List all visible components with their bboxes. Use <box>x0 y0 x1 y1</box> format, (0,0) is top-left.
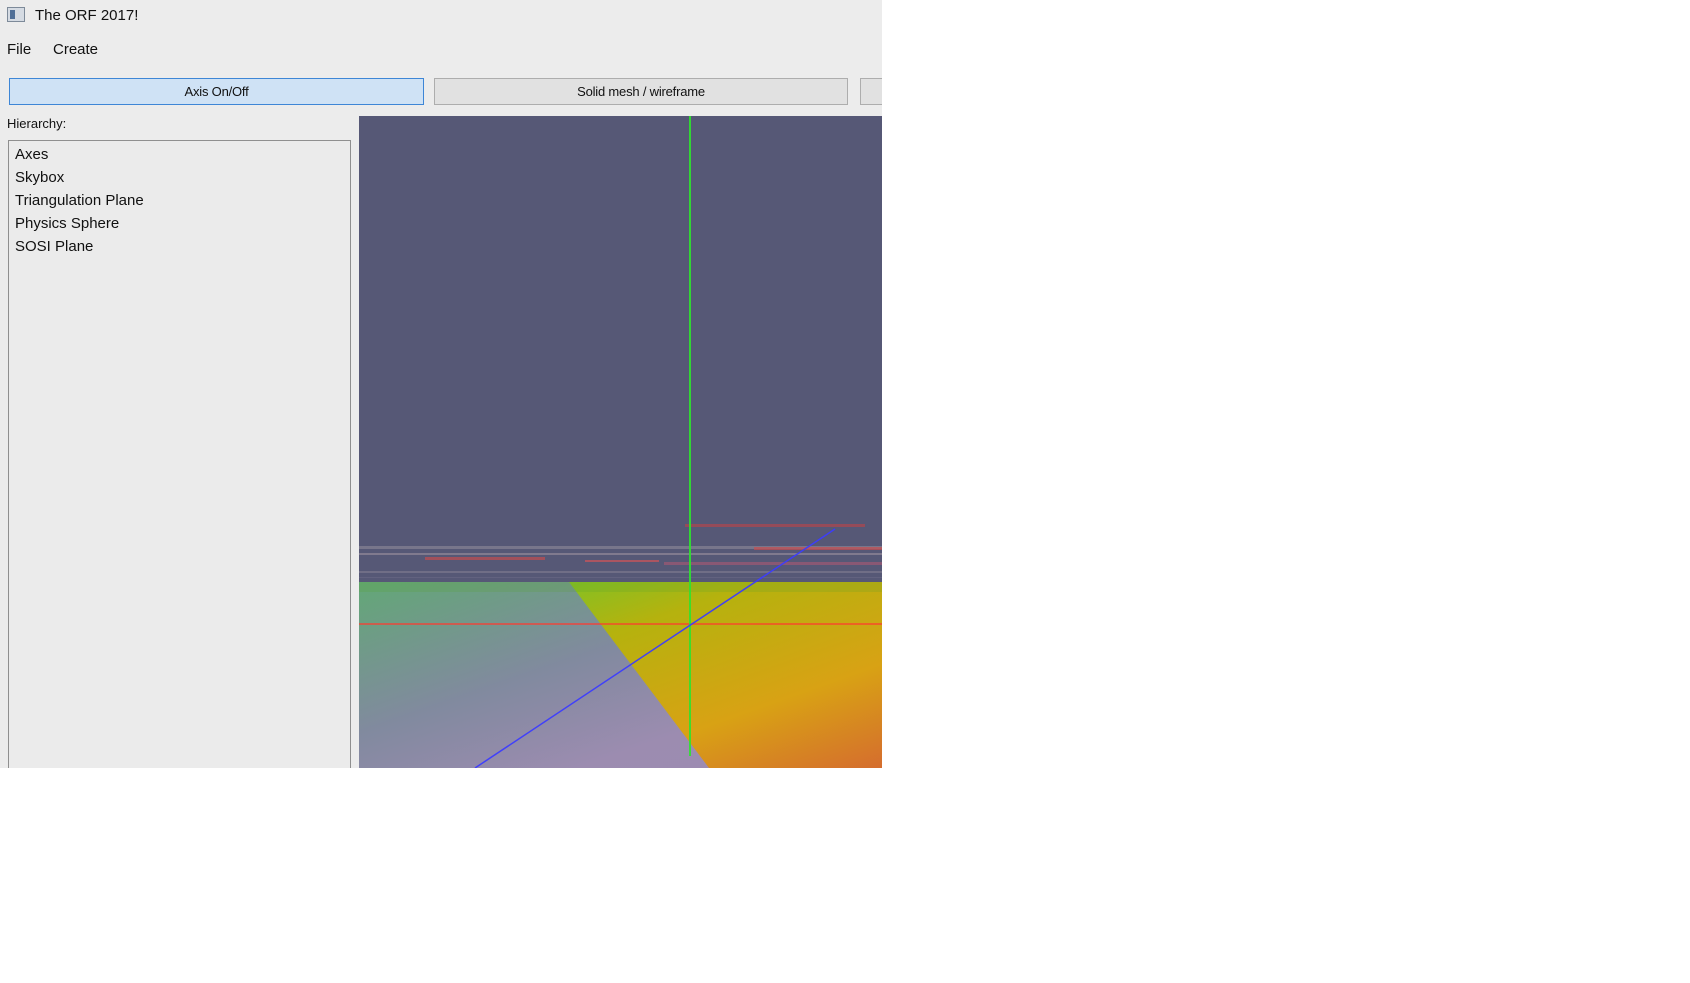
menu-file[interactable]: File <box>7 41 31 58</box>
scene-render <box>359 116 882 768</box>
menu-bar: File Create <box>0 36 882 64</box>
menu-create[interactable]: Create <box>53 41 98 58</box>
ground-band <box>359 582 882 592</box>
mesh-wireframe-toggle-button[interactable]: Solid mesh / wireframe <box>434 78 848 105</box>
hierarchy-item-sosi-plane[interactable]: SOSI Plane <box>15 238 93 255</box>
axis-toggle-button[interactable]: Axis On/Off <box>9 78 424 105</box>
hierarchy-label: Hierarchy: <box>7 116 67 131</box>
hierarchy-list[interactable]: Axes Skybox Triangulation Plane Physics … <box>8 140 351 768</box>
toolbar-partial-button[interactable] <box>860 78 882 105</box>
toolbar: Axis On/Off Solid mesh / wireframe <box>0 66 882 110</box>
hierarchy-item-axes[interactable]: Axes <box>15 146 48 163</box>
hierarchy-item-triangulation-plane[interactable]: Triangulation Plane <box>15 192 144 209</box>
hierarchy-item-skybox[interactable]: Skybox <box>15 169 64 186</box>
hierarchy-item-physics-sphere[interactable]: Physics Sphere <box>15 215 119 232</box>
window-title: The ORF 2017! <box>35 7 139 24</box>
window-app-icon <box>7 7 25 22</box>
title-bar: The ORF 2017! <box>0 0 882 34</box>
application-window: The ORF 2017! File Create Axis On/Off So… <box>0 0 882 768</box>
3d-viewport[interactable] <box>359 116 882 768</box>
